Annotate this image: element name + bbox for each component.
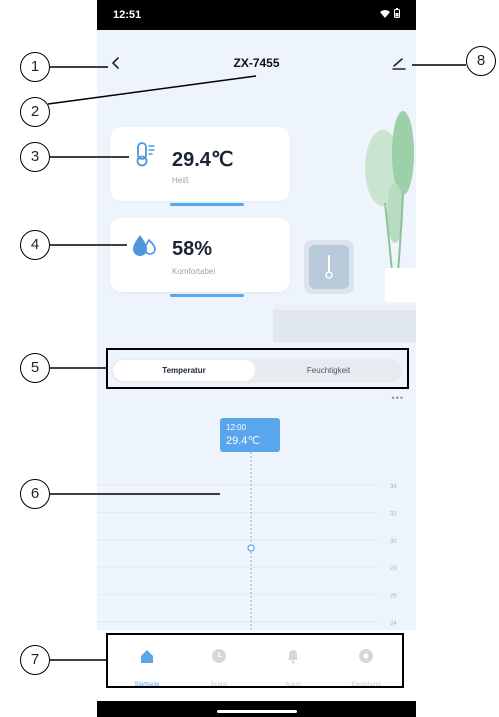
humidity-status: Komfortabel bbox=[172, 267, 216, 276]
temperature-status: Heiß bbox=[172, 176, 189, 185]
thermometer-icon bbox=[136, 142, 155, 167]
callout-5: 5 bbox=[20, 353, 50, 383]
wifi-icon bbox=[380, 9, 390, 18]
callout-6: 6 bbox=[20, 479, 50, 509]
highlight-box-tab-bar bbox=[106, 633, 404, 688]
callout-4: 4 bbox=[20, 230, 50, 260]
tooltip-value: 29.4℃ bbox=[226, 435, 260, 447]
plant-illustration bbox=[365, 111, 416, 302]
edit-button[interactable] bbox=[390, 54, 408, 72]
callout-8: 8 bbox=[466, 46, 496, 76]
callout-7: 7 bbox=[20, 645, 50, 675]
temperature-indicator-bar bbox=[170, 203, 244, 206]
battery-icon bbox=[394, 8, 400, 18]
page-title: ZX-7455 bbox=[233, 56, 280, 70]
highlight-box-segmented-control bbox=[106, 348, 409, 389]
status-icons bbox=[380, 8, 400, 18]
callout-3: 3 bbox=[20, 142, 50, 172]
callout-2: 2 bbox=[20, 97, 50, 127]
sensor-device-illustration bbox=[304, 240, 354, 294]
callout-1: 1 bbox=[20, 52, 50, 82]
humidity-card[interactable]: 58% Komfortabel bbox=[110, 218, 290, 297]
humidity-indicator-bar bbox=[170, 294, 244, 297]
temperature-value: 29.4℃ bbox=[172, 149, 234, 171]
temperature-card[interactable]: 29.4℃ Heiß bbox=[110, 127, 290, 206]
chart-data-point[interactable] bbox=[247, 544, 255, 552]
pencil-icon bbox=[392, 58, 406, 70]
status-bar: 12:51 bbox=[97, 0, 416, 30]
tooltip-time: 12:00 bbox=[226, 423, 247, 432]
y-tick-label: 28 bbox=[390, 566, 397, 572]
y-tick-label: 32 bbox=[390, 511, 397, 517]
shelf bbox=[273, 310, 416, 342]
home-gesture-pill[interactable] bbox=[217, 710, 297, 713]
y-tick-label: 24 bbox=[390, 621, 397, 627]
chart-tooltip: 12:00 29.4℃ bbox=[220, 418, 280, 452]
system-navigation-bar bbox=[97, 701, 416, 717]
status-time: 12:51 bbox=[113, 9, 142, 21]
y-tick-label: 30 bbox=[390, 539, 397, 545]
more-dots-icon[interactable]: ••• bbox=[392, 393, 404, 403]
y-tick-label: 26 bbox=[390, 594, 397, 600]
y-tick-label: 34 bbox=[390, 484, 397, 490]
humidity-value: 58% bbox=[172, 238, 213, 260]
humidity-drop-icon bbox=[133, 235, 156, 256]
